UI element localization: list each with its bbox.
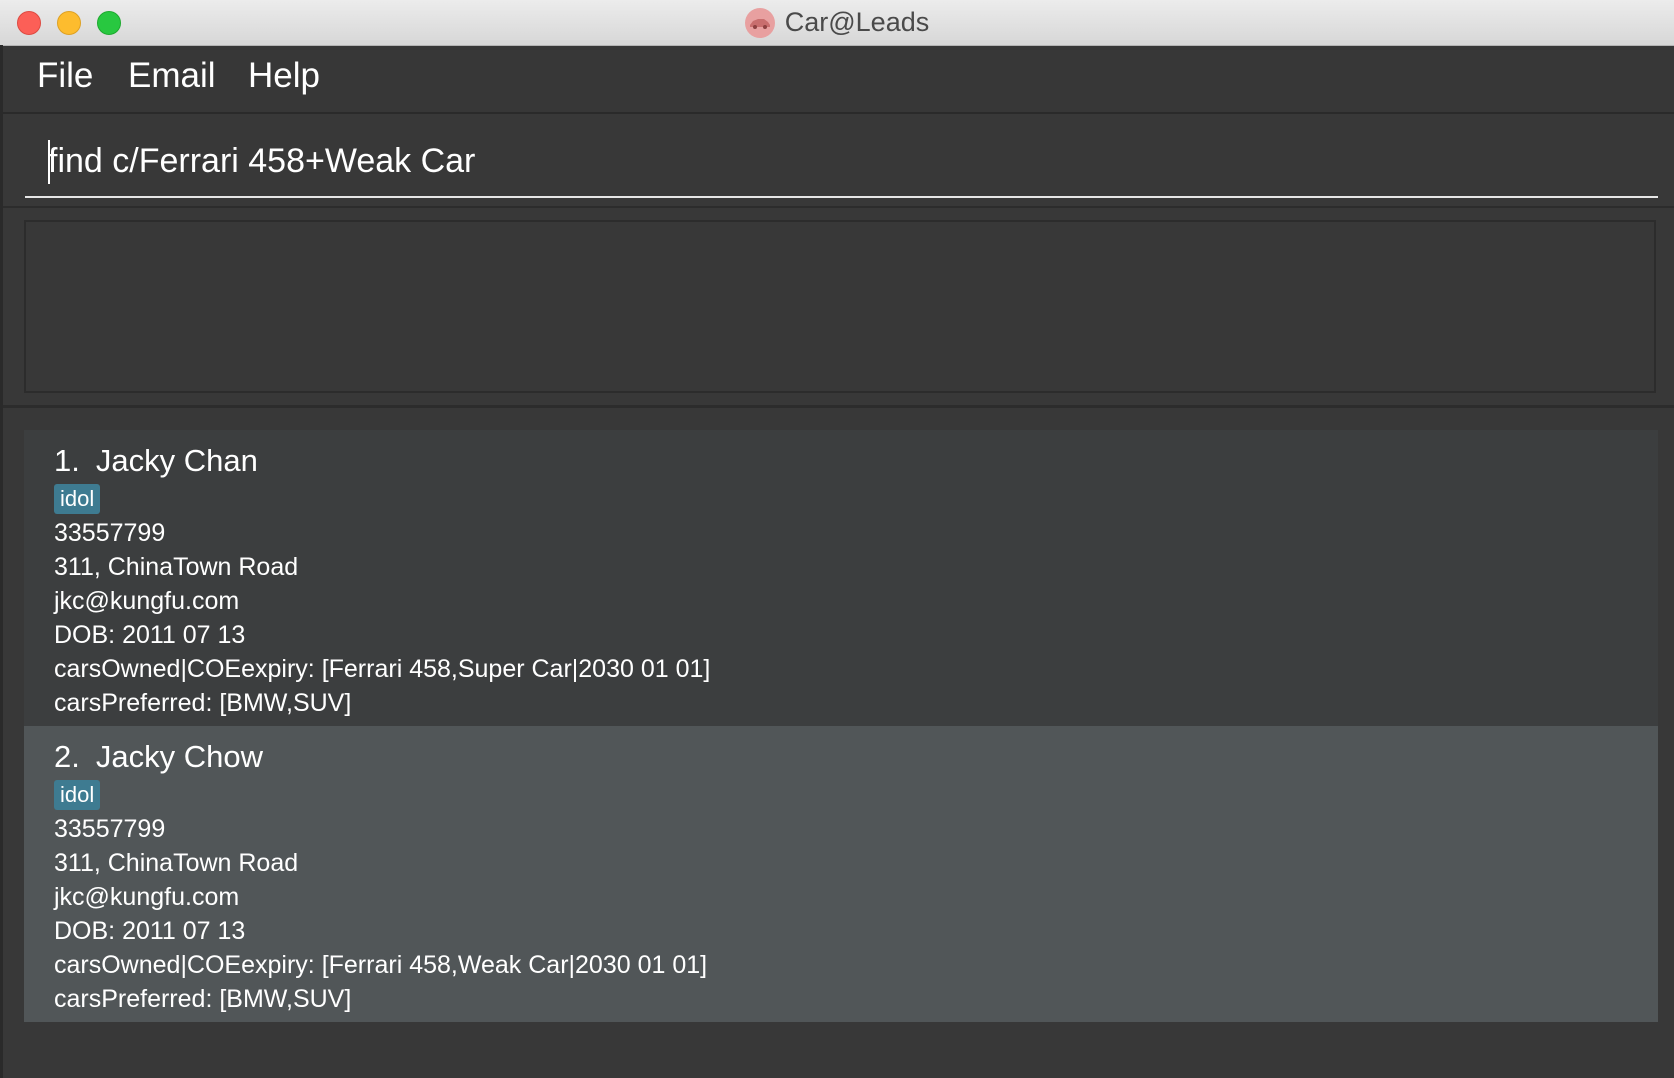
- person-cars-preferred: carsPreferred: [BMW,SUV]: [54, 689, 352, 717]
- person-name: Jacky Chow: [95, 739, 263, 774]
- title-group: Car@Leads: [0, 0, 1674, 45]
- car-icon: [744, 7, 775, 38]
- menu-file[interactable]: File: [37, 56, 93, 96]
- person-name: Jacky Chan: [95, 443, 258, 478]
- menu-help[interactable]: Help: [248, 56, 320, 96]
- person-email: jkc@kungfu.com: [54, 587, 240, 615]
- menu-email[interactable]: Email: [128, 56, 216, 96]
- person-list[interactable]: 1. Jacky Chan idol 33557799 311, ChinaTow…: [24, 430, 1658, 1022]
- person-dob: DOB: 2011 07 13: [54, 917, 246, 945]
- person-cars-preferred: carsPreferred: [BMW,SUV]: [54, 985, 352, 1013]
- tag-badge: idol: [54, 780, 101, 810]
- app-window: Car@Leads File Email Help 1. Jacky Chan i…: [0, 0, 1674, 1078]
- title-bar[interactable]: Car@Leads: [0, 0, 1674, 46]
- window-title: Car@Leads: [784, 7, 930, 37]
- person-phone: 33557799: [54, 815, 166, 843]
- divider: [0, 405, 1674, 408]
- person-cars-owned: carsOwned|COEexpiry: [Ferrari 458,Super …: [54, 655, 711, 683]
- person-index: 2.: [54, 739, 80, 774]
- command-input[interactable]: [48, 136, 1638, 186]
- divider: [0, 206, 1674, 208]
- person-card[interactable]: 2. Jacky Chow idol 33557799 311, ChinaTow…: [24, 726, 1658, 1022]
- command-box: [25, 130, 1658, 198]
- text-caret: [48, 140, 50, 184]
- person-dob: DOB: 2011 07 13: [54, 621, 246, 649]
- person-email: jkc@kungfu.com: [54, 883, 240, 911]
- person-index: 1.: [54, 443, 80, 478]
- person-address: 311, ChinaTown Road: [54, 553, 299, 581]
- person-card[interactable]: 1. Jacky Chan idol 33557799 311, ChinaTow…: [24, 430, 1658, 726]
- person-cars-owned: carsOwned|COEexpiry: [Ferrari 458,Weak C…: [54, 951, 708, 979]
- tag-badge: idol: [54, 484, 101, 514]
- person-name-row: 2. Jacky Chow: [54, 738, 1658, 776]
- window-edge: [0, 45, 3, 1078]
- person-name-row: 1. Jacky Chan: [54, 442, 1658, 480]
- menu-bar: File Email Help: [0, 46, 1674, 114]
- result-display[interactable]: [24, 220, 1656, 393]
- person-phone: 33557799: [54, 519, 166, 547]
- person-address: 311, ChinaTown Road: [54, 849, 299, 877]
